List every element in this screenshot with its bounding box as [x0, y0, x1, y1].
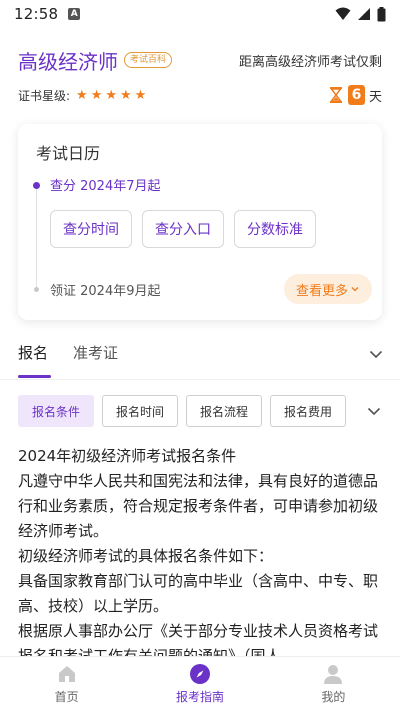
- divider: [0, 379, 400, 380]
- content-paragraph: 根据原人事部办公厅《关于部分专业技术人员资格考试报名和考试工作有关问题的通知》（…: [18, 622, 379, 656]
- compass-icon: [189, 664, 210, 684]
- person-icon: [324, 665, 343, 684]
- star-icon: ★: [134, 87, 147, 103]
- nav-home-label: 首页: [54, 690, 79, 704]
- timeline-step-score: 查分 2024年7月起: [50, 179, 161, 194]
- see-more-label: 查看更多: [295, 283, 348, 299]
- a-icon: A: [68, 8, 81, 20]
- content-paragraph: 初级经济师考试的具体报名条件如下：: [18, 547, 274, 565]
- chevron-down-icon[interactable]: [366, 403, 382, 419]
- timeline-line: [36, 186, 37, 290]
- chip-registration-process[interactable]: 报名流程: [186, 395, 263, 427]
- bottom-nav: 首页 报考指南 我的: [0, 656, 400, 711]
- score-entry-button[interactable]: 查分入口: [142, 210, 224, 248]
- content-paragraph: 凡遵守中华人民共和国宪法和法律，具有良好的道德品行和业务素质，符合规定报考条件者…: [18, 472, 379, 540]
- battery-icon: [377, 6, 386, 21]
- star-icon: ★: [105, 87, 118, 103]
- timeline-dot-inactive: [34, 287, 39, 292]
- home-icon: [58, 666, 75, 682]
- content-paragraph: 具备国家教育部门认可的高中毕业（含高中、中专、职高、技校）以上学历。: [18, 572, 379, 615]
- nav-profile[interactable]: 我的: [267, 657, 400, 711]
- nav-home[interactable]: 首页: [0, 657, 133, 711]
- chip-registration-fee[interactable]: 报名费用: [270, 395, 347, 427]
- star-icon: ★: [120, 87, 132, 103]
- exam-calendar-card: 考试日历 查分 2024年7月起 查分时间 查分入口 分数标准 领证 2024年…: [18, 124, 382, 320]
- timeline-dot-active: [33, 182, 40, 189]
- rating-row: 证书星级: ★ ★ ★ ★ ★ 6 天: [18, 84, 382, 106]
- star-rating: ★ ★ ★ ★ ★: [76, 89, 146, 102]
- page-title: 高级经济师: [18, 49, 118, 74]
- hourglass-icon: [329, 87, 342, 103]
- timeline-step-certificate: 领证 2024年9月起: [50, 284, 161, 299]
- chip-registration-time[interactable]: 报名时间: [102, 395, 179, 427]
- star-icon: ★: [90, 87, 103, 103]
- sub-tabs: 报名条件 报名时间 报名流程 报名费用: [18, 394, 382, 428]
- rating-label: 证书星级:: [18, 88, 71, 103]
- score-standard-button[interactable]: 分数标准: [234, 210, 316, 248]
- see-more-button[interactable]: 查看更多: [283, 274, 372, 304]
- score-time-button[interactable]: 查分时间: [50, 210, 132, 248]
- chevron-down-icon[interactable]: [368, 346, 384, 362]
- star-icon: ★: [76, 87, 88, 103]
- tab-registration[interactable]: 报名: [18, 342, 48, 363]
- tab-indicator: [18, 375, 51, 378]
- wifi-icon: [335, 7, 351, 20]
- encyclopedia-tag[interactable]: 考试百科: [124, 52, 173, 68]
- days-unit: 天: [368, 89, 382, 105]
- cellular-icon: [358, 8, 370, 20]
- score-actions: 查分时间 查分入口 分数标准: [50, 210, 316, 248]
- header: 高级经济师 考试百科 距离高级经济师考试仅剩: [18, 44, 382, 76]
- status-bar: 12:58 A: [0, 0, 400, 28]
- nav-profile-label: 我的: [321, 690, 346, 704]
- article-content: 2024年初级经济师考试报名条件 凡遵守中华人民共和国宪法和法律，具有良好的道德…: [18, 444, 382, 656]
- chip-registration-conditions[interactable]: 报名条件: [18, 395, 95, 427]
- content-paragraph: 2024年初级经济师考试报名条件: [18, 447, 237, 465]
- nav-guide[interactable]: 报考指南: [133, 657, 266, 711]
- status-time: 12:58: [14, 5, 59, 23]
- card-title: 考试日历: [36, 144, 101, 163]
- nav-guide-label: 报考指南: [175, 690, 224, 704]
- status-icons: [335, 6, 386, 22]
- countdown-label: 距离高级经济师考试仅剩: [238, 54, 382, 70]
- countdown-days: 6 天: [328, 85, 382, 105]
- chevron-down-icon: [351, 287, 359, 292]
- section-tabs: 报名 准考证: [0, 336, 400, 380]
- days-remaining: 6: [347, 85, 365, 105]
- tab-admission-ticket[interactable]: 准考证: [73, 342, 118, 363]
